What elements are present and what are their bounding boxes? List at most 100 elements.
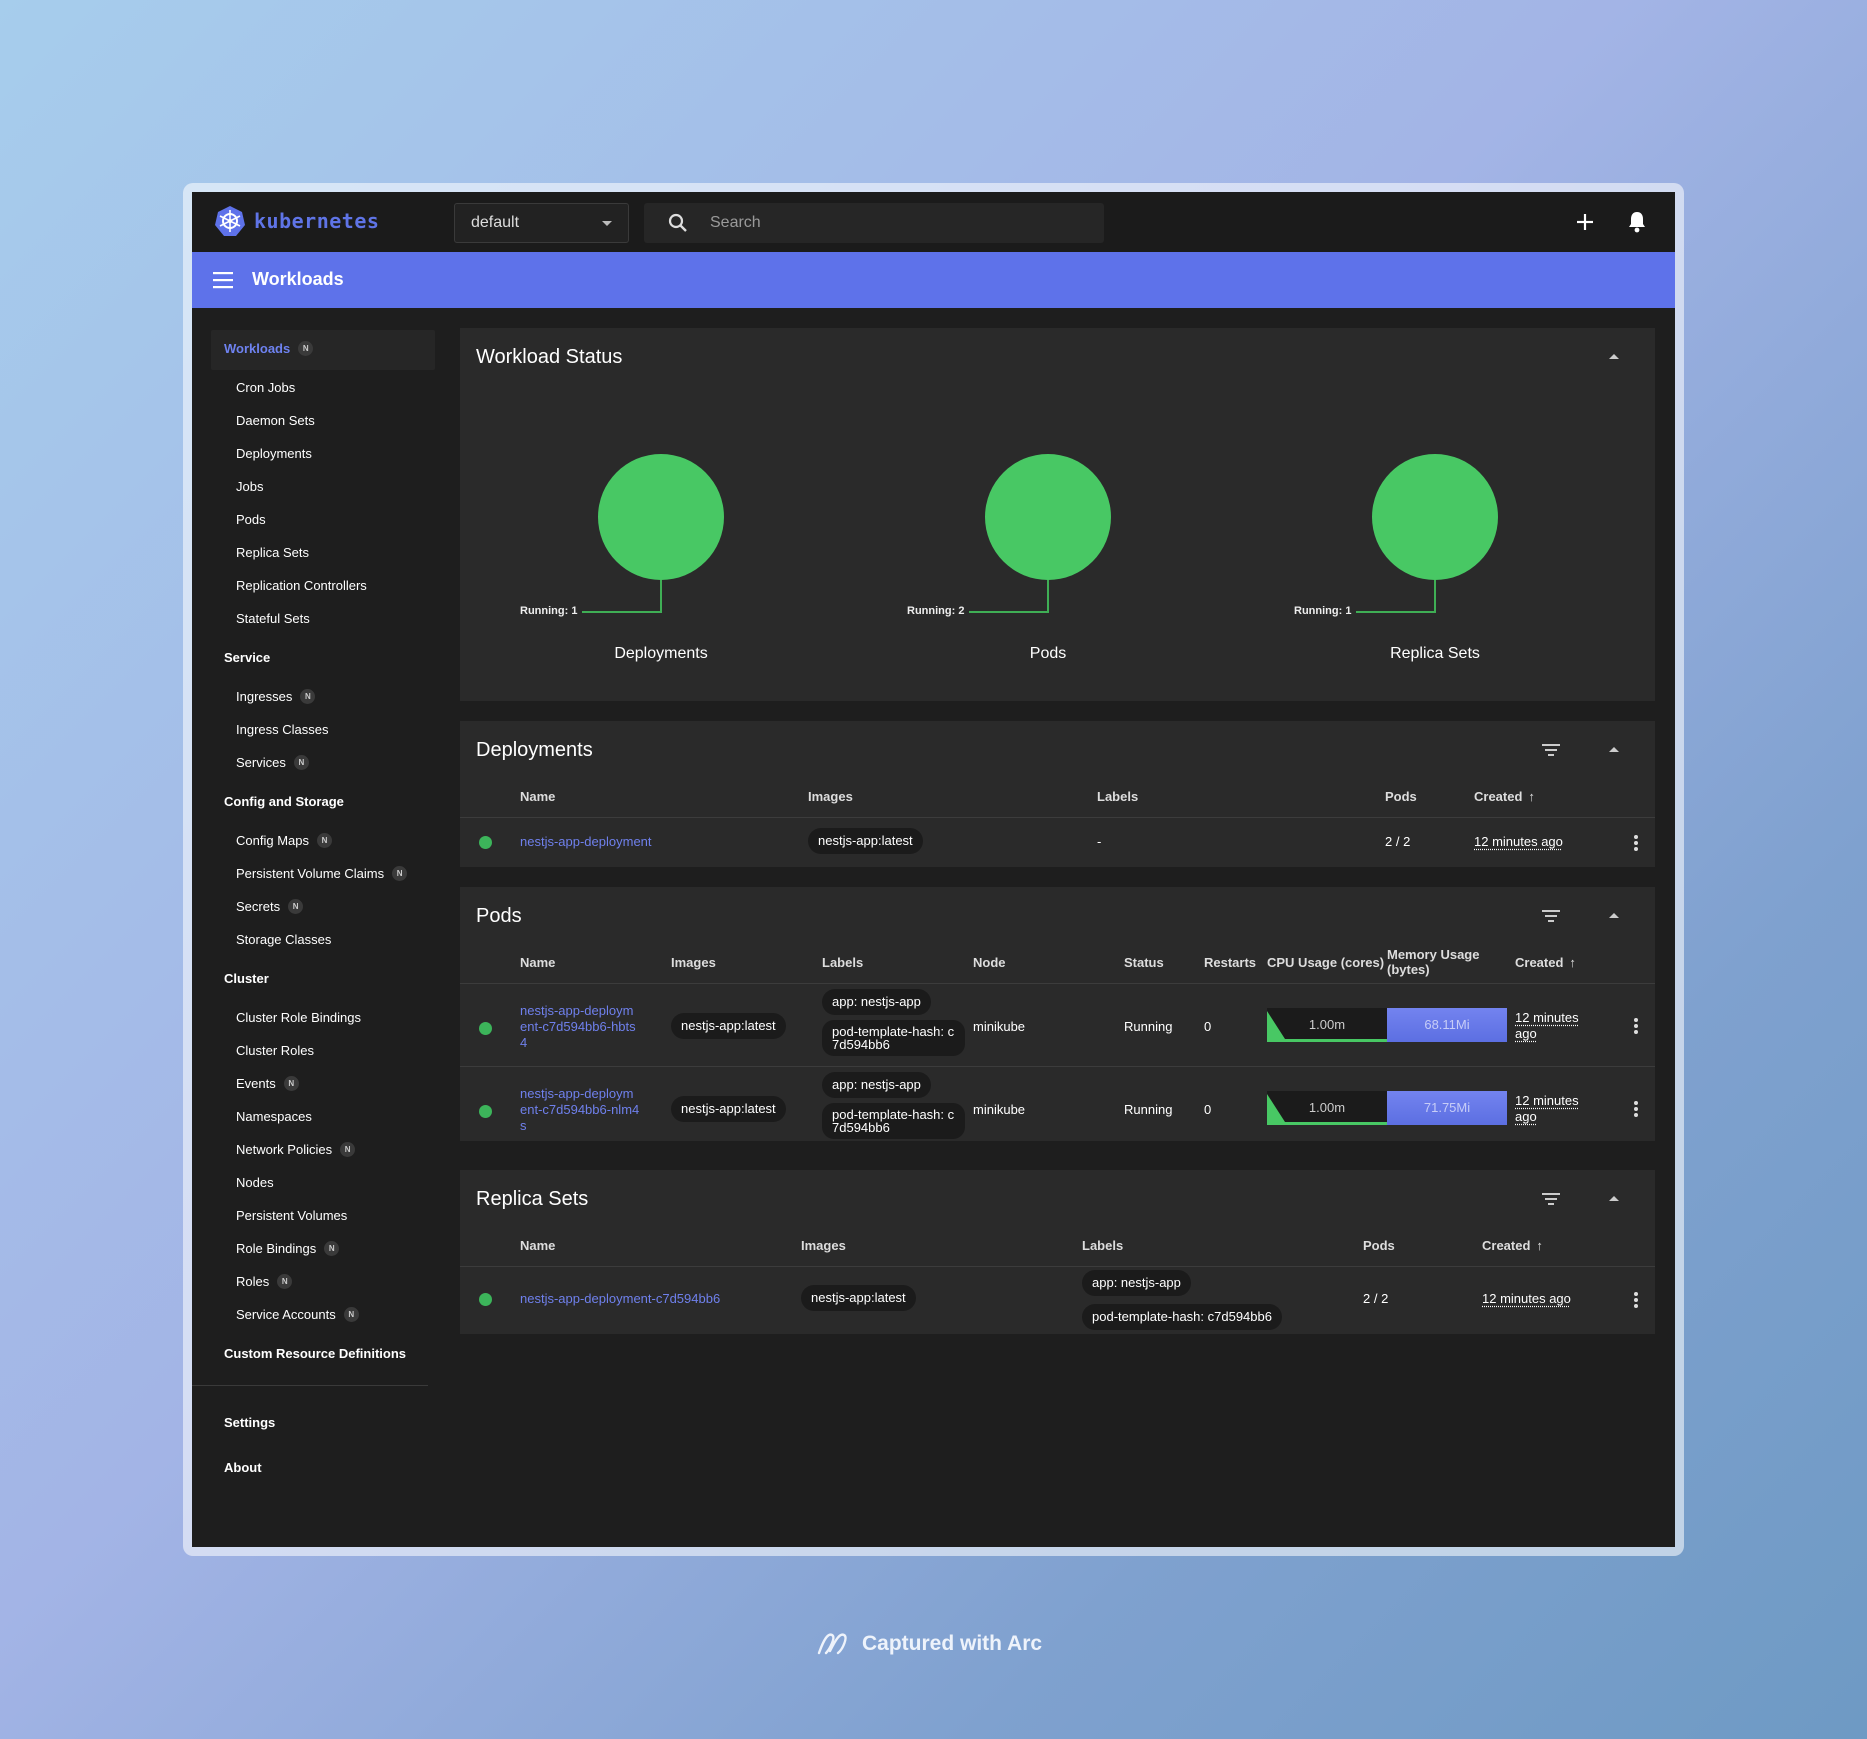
deployment-name-link[interactable]: nestjs-app-deployment bbox=[520, 834, 652, 850]
created-time: 12 minutes ago bbox=[1515, 1093, 1579, 1124]
namespace-select[interactable]: default bbox=[454, 203, 629, 243]
sidebar-item-ingresses[interactable]: Ingresses N bbox=[236, 689, 316, 704]
create-plus-icon[interactable] bbox=[1572, 209, 1598, 235]
label-chip: app: nestjs-app bbox=[1082, 1270, 1191, 1296]
sidebar-item-replication-controllers[interactable]: Replication Controllers bbox=[236, 578, 367, 593]
sidebar-item-persistent-volumes[interactable]: Persistent Volumes bbox=[236, 1208, 347, 1223]
column-header-pods[interactable]: Pods bbox=[1363, 1238, 1395, 1253]
sidebar-item-about[interactable]: About bbox=[224, 1460, 262, 1475]
more-vert-icon[interactable] bbox=[1633, 1017, 1639, 1035]
sidebar-item-stateful-sets[interactable]: Stateful Sets bbox=[236, 611, 310, 626]
column-header-labels[interactable]: Labels bbox=[1097, 789, 1138, 804]
sidebar-item-role-bindings[interactable]: Role Bindings N bbox=[236, 1241, 340, 1256]
leader-line bbox=[1047, 580, 1049, 612]
column-header-pods[interactable]: Pods bbox=[1385, 789, 1417, 804]
sidebar-item-custom-resource-definitions[interactable]: Custom Resource Definitions bbox=[224, 1346, 406, 1361]
sidebar-item-replica-sets[interactable]: Replica Sets bbox=[236, 545, 309, 560]
running-circle bbox=[598, 454, 724, 580]
sidebar-item-pods[interactable]: Pods bbox=[236, 512, 266, 527]
column-header-name[interactable]: Name bbox=[520, 1238, 555, 1253]
collapse-chevron-up-icon[interactable] bbox=[1608, 352, 1620, 360]
card-title: Pods bbox=[476, 905, 522, 927]
sidebar-item-workloads[interactable]: Workloads N bbox=[224, 341, 314, 356]
running-circle bbox=[985, 454, 1111, 580]
column-header-images[interactable]: Images bbox=[671, 955, 716, 970]
sidebar-item-cluster[interactable]: Cluster bbox=[224, 971, 269, 986]
row-divider bbox=[460, 983, 1655, 984]
replica-set-name-link[interactable]: nestjs-app-deployment-c7d594bb6 bbox=[520, 1291, 720, 1307]
row-divider bbox=[460, 817, 1655, 818]
sidebar-item-secrets[interactable]: Secrets N bbox=[236, 899, 304, 914]
sidebar-item-label: Settings bbox=[224, 1415, 276, 1430]
sidebar-item-cluster-role-bindings[interactable]: Cluster Role Bindings bbox=[236, 1010, 361, 1025]
sidebar-item-service[interactable]: Service bbox=[224, 650, 270, 665]
column-header-node[interactable]: Node bbox=[973, 955, 1006, 970]
more-vert-icon[interactable] bbox=[1633, 1291, 1639, 1309]
filter-icon[interactable] bbox=[1541, 742, 1561, 758]
sidebar-item-roles[interactable]: Roles N bbox=[236, 1274, 293, 1289]
notifications-bell-icon[interactable] bbox=[1624, 209, 1650, 235]
sidebar-item-settings[interactable]: Settings bbox=[224, 1415, 275, 1430]
sidebar-item-jobs[interactable]: Jobs bbox=[236, 479, 263, 494]
sidebar-item-cluster-roles[interactable]: Cluster Roles bbox=[236, 1043, 314, 1058]
sidebar-divider bbox=[192, 1385, 428, 1386]
sidebar-item-label: Cluster Role Bindings bbox=[236, 1010, 362, 1025]
chart-caption: Deployments bbox=[614, 645, 708, 662]
hamburger-menu-icon[interactable] bbox=[212, 270, 234, 290]
sidebar-item-cron-jobs[interactable]: Cron Jobs bbox=[236, 380, 295, 395]
pod-name-link[interactable]: nestjs-app-deployment-c7d594bb6-hbts4 bbox=[520, 1003, 640, 1051]
filter-icon[interactable] bbox=[1541, 1191, 1561, 1207]
more-vert-icon[interactable] bbox=[1633, 1100, 1639, 1118]
created-time: 12 minutes ago bbox=[1482, 1291, 1571, 1306]
cpu-value: 1.00m bbox=[1308, 1100, 1346, 1115]
column-header-created[interactable]: Created ↑ bbox=[1515, 955, 1576, 970]
sidebar-item-network-policies[interactable]: Network Policies N bbox=[236, 1142, 356, 1157]
sidebar-item-label: Services bbox=[236, 755, 286, 770]
kubernetes-wheel-icon bbox=[215, 206, 245, 236]
column-header-status[interactable]: Status bbox=[1124, 955, 1164, 970]
kubernetes-logo[interactable]: kubernetes bbox=[214, 205, 379, 237]
sidebar-item-service-accounts[interactable]: Service Accounts N bbox=[236, 1307, 359, 1322]
more-vert-icon[interactable] bbox=[1633, 834, 1639, 852]
node-value: minikube bbox=[973, 1019, 1026, 1034]
leader-line bbox=[1356, 611, 1436, 613]
column-header-created[interactable]: Created ↑ bbox=[1482, 1238, 1543, 1253]
sidebar-item-events[interactable]: Events N bbox=[236, 1076, 299, 1091]
sidebar-item-deployments[interactable]: Deployments bbox=[236, 446, 312, 461]
column-header-restarts[interactable]: Restarts bbox=[1204, 955, 1256, 970]
column-header-name[interactable]: Name bbox=[520, 955, 555, 970]
column-header-created[interactable]: Created ↑ bbox=[1474, 789, 1535, 804]
sidebar-item-storage-classes[interactable]: Storage Classes bbox=[236, 932, 331, 947]
sidebar-item-label: Events bbox=[236, 1076, 276, 1091]
new-badge: N bbox=[340, 1142, 356, 1157]
sidebar-item-nodes[interactable]: Nodes bbox=[236, 1175, 274, 1190]
column-header-images[interactable]: Images bbox=[808, 789, 853, 804]
column-header-labels[interactable]: Labels bbox=[1082, 1238, 1123, 1253]
sidebar-item-daemon-sets[interactable]: Daemon Sets bbox=[236, 413, 315, 428]
chart-caption: Pods bbox=[1029, 645, 1067, 662]
search-box[interactable] bbox=[644, 203, 1104, 243]
sidebar-item-services[interactable]: Services N bbox=[236, 755, 309, 770]
collapse-chevron-up-icon[interactable] bbox=[1608, 911, 1620, 919]
search-icon bbox=[668, 213, 687, 232]
sidebar-item-namespaces[interactable]: Namespaces bbox=[236, 1109, 312, 1124]
collapse-chevron-up-icon[interactable] bbox=[1608, 1194, 1620, 1202]
column-header-name[interactable]: Name bbox=[520, 789, 555, 804]
new-badge: N bbox=[392, 866, 408, 881]
caption-text: Captured with Arc bbox=[862, 1632, 1043, 1655]
column-header-cpu[interactable]: CPU Usage (cores) bbox=[1267, 955, 1384, 970]
sidebar-item-persistent-volume-claims[interactable]: Persistent Volume Claims N bbox=[236, 866, 408, 881]
filter-icon[interactable] bbox=[1541, 908, 1561, 924]
sidebar-item-label: Daemon Sets bbox=[236, 413, 315, 428]
column-header-memory[interactable]: Memory Usage (bytes) bbox=[1387, 947, 1487, 977]
sidebar-item-config-maps[interactable]: Config Maps N bbox=[236, 833, 332, 848]
pod-name-link[interactable]: nestjs-app-deployment-c7d594bb6-nlm4s bbox=[520, 1086, 640, 1134]
collapse-chevron-up-icon[interactable] bbox=[1608, 745, 1620, 753]
column-header-labels[interactable]: Labels bbox=[822, 955, 863, 970]
card-title: Deployments bbox=[476, 739, 593, 761]
sidebar-item-ingress-classes[interactable]: Ingress Classes bbox=[236, 722, 328, 737]
deployments-card: Deployments Name Images Labels Pods Crea… bbox=[460, 721, 1655, 867]
sidebar-item-config-and-storage[interactable]: Config and Storage bbox=[224, 794, 344, 809]
column-header-images[interactable]: Images bbox=[801, 1238, 846, 1253]
search-input[interactable] bbox=[710, 207, 1090, 239]
